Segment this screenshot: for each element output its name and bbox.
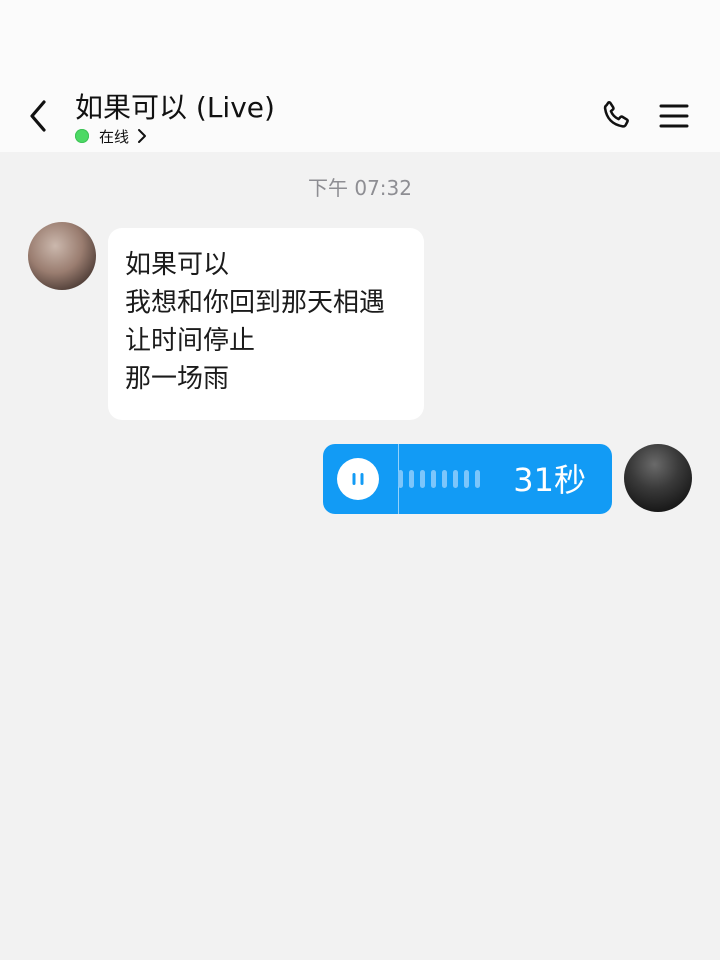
waveform-bar [442, 470, 447, 488]
pause-icon [352, 473, 364, 485]
chevron-right-icon [137, 128, 147, 144]
online-status-icon [75, 129, 89, 143]
waveform-bar [475, 470, 480, 488]
voice-call-button[interactable] [596, 96, 636, 136]
contact-avatar[interactable] [28, 222, 96, 290]
back-icon [30, 100, 46, 132]
chat-header: 如果可以 (Live) 在线 [0, 0, 720, 152]
back-button[interactable] [18, 96, 58, 136]
waveform-bar [420, 470, 425, 488]
message-timestamp: 下午 07:32 [308, 176, 412, 200]
waveform-bar [409, 470, 414, 488]
status-row[interactable]: 在线 [75, 126, 275, 146]
status-label: 在线 [99, 127, 130, 146]
pause-button[interactable] [337, 458, 379, 500]
message-line: 那一场雨 [125, 364, 230, 394]
voice-duration: 31秒 [513, 461, 586, 499]
voice-message-bubble[interactable]: 31秒 [323, 444, 612, 514]
self-avatar[interactable] [624, 444, 692, 512]
message-line: 让时间停止 [125, 326, 256, 356]
message-line: 我想和你回到那天相遇 [125, 288, 386, 318]
contact-info[interactable]: 如果可以 (Live) 在线 [75, 90, 275, 146]
phone-icon [603, 101, 629, 128]
waveform-bar [453, 470, 458, 488]
menu-icon [659, 104, 689, 128]
voice-waveform [398, 470, 486, 488]
waveform-bar [398, 470, 403, 488]
chat-title: 如果可以 (Live) [75, 91, 275, 124]
waveform-bar [464, 470, 469, 488]
text-message-bubble[interactable]: 如果可以 我想和你回到那天相遇 让时间停止 那一场雨 [108, 228, 424, 420]
waveform-bar [431, 470, 436, 488]
more-menu-button[interactable] [654, 96, 694, 136]
message-line: 如果可以 [125, 250, 230, 280]
